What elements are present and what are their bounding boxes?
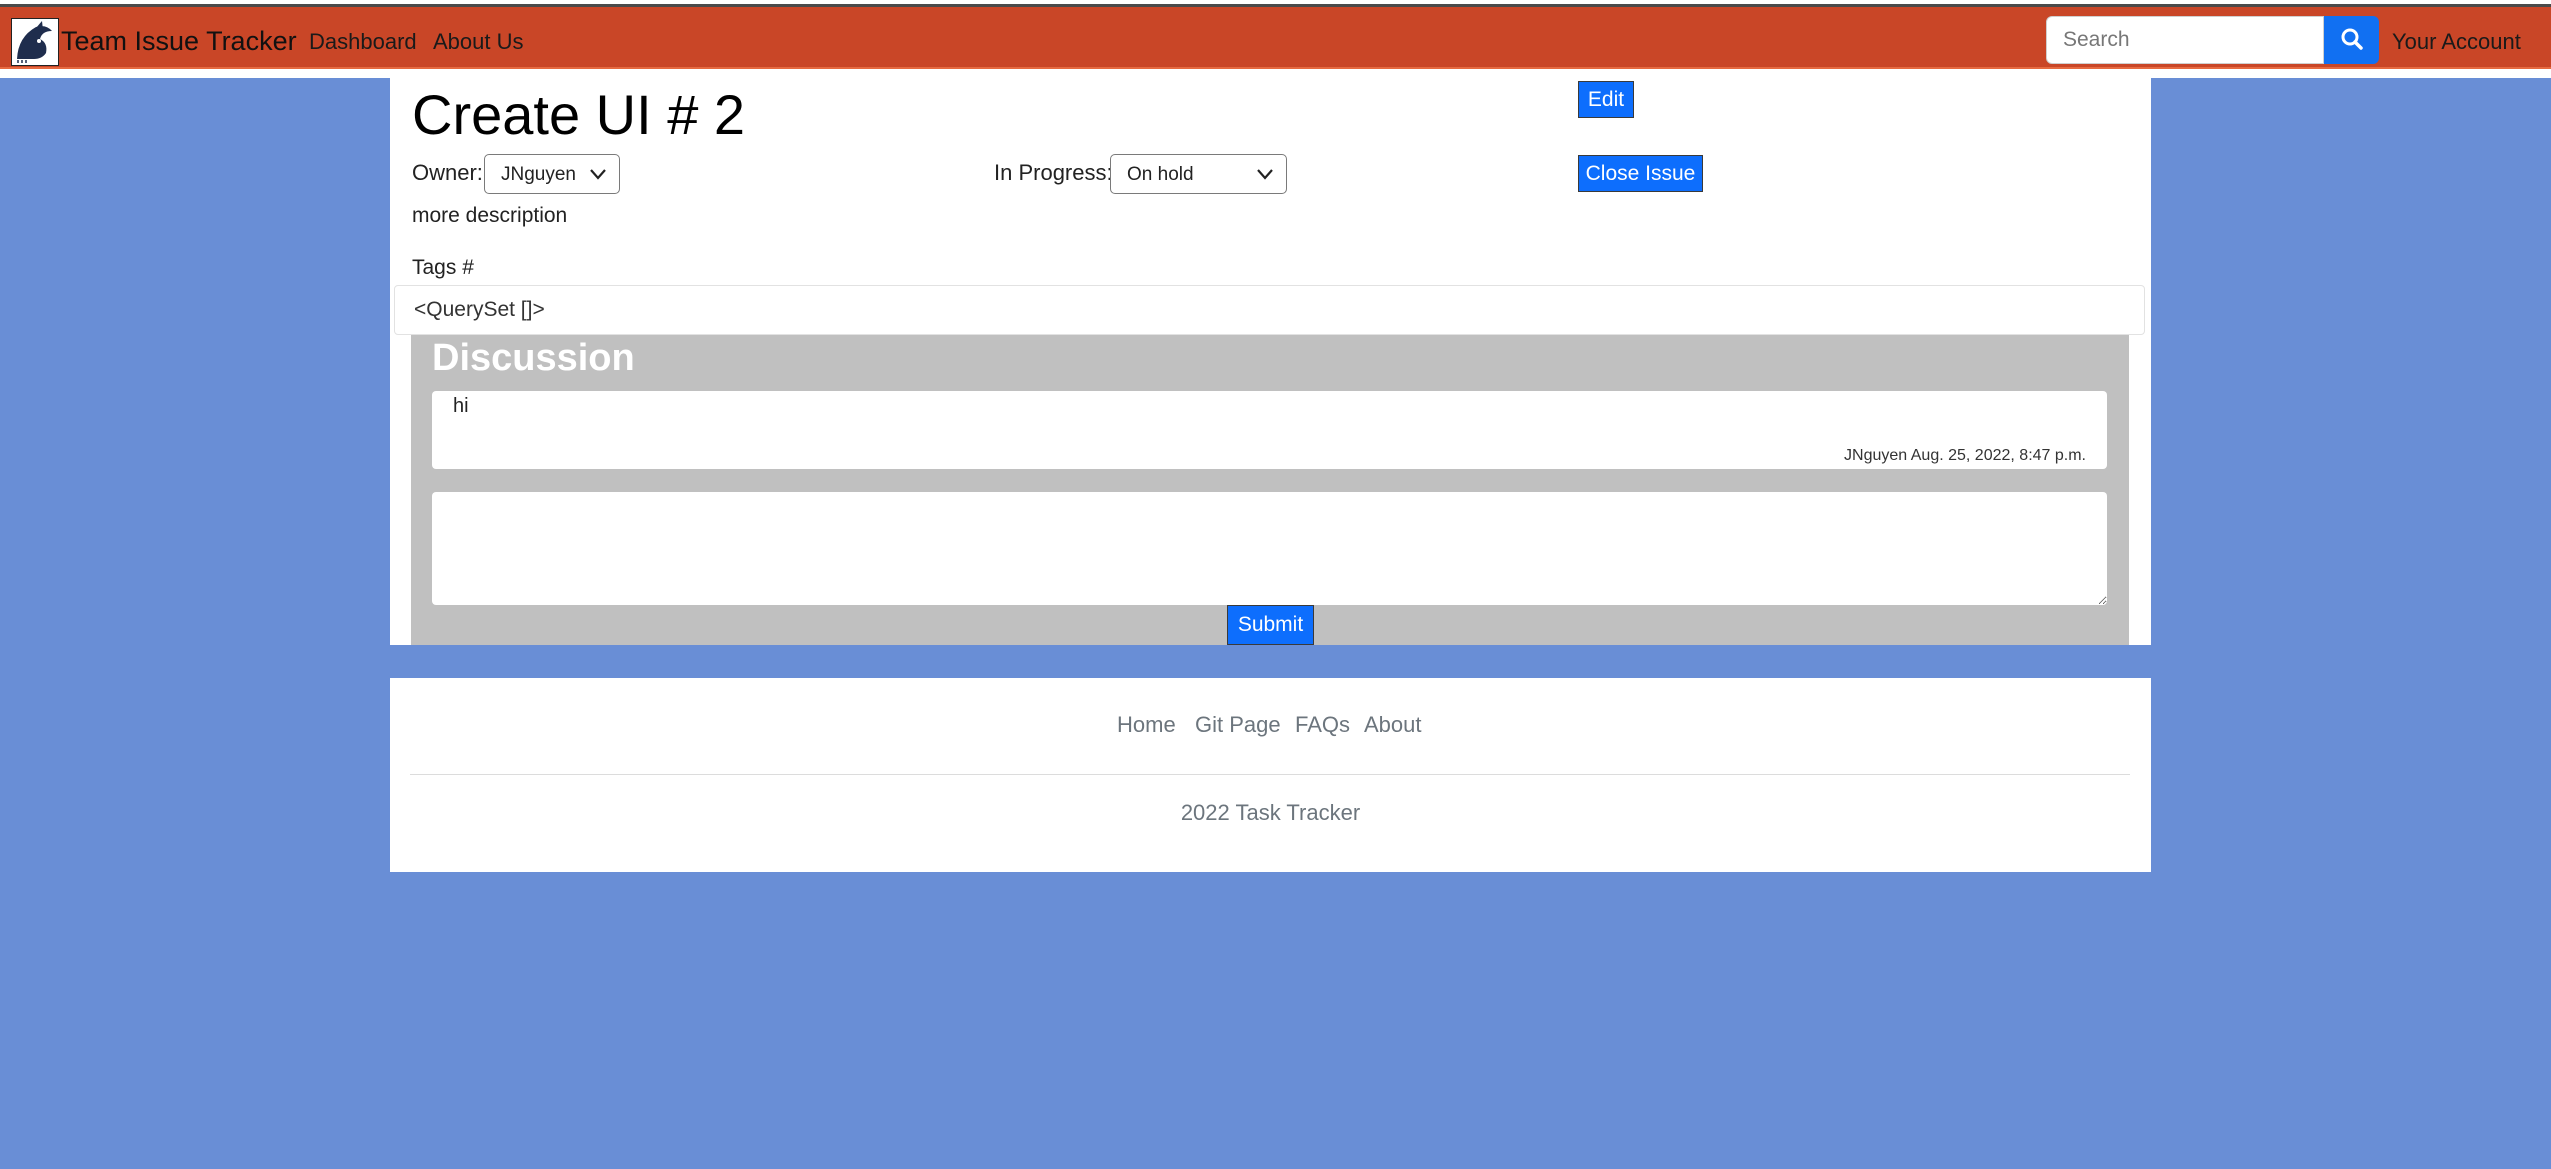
nav-link-dashboard[interactable]: Dashboard (309, 29, 417, 55)
comment-textarea[interactable] (432, 492, 2107, 605)
comment-body: hi (453, 395, 469, 417)
page-title: Create UI # 2 (412, 83, 746, 146)
footer-copyright: 2022 Task Tracker (1180, 800, 1361, 825)
search-icon (2341, 28, 2363, 50)
navbar: Team Issue Tracker Dashboard About Us Yo… (0, 7, 2551, 69)
footer-divider (410, 774, 2130, 775)
tags-value: <QuerySet []> (414, 298, 545, 321)
in-progress-select[interactable]: On hold (1110, 154, 1287, 194)
in-progress-label: In Progress: (994, 160, 1113, 185)
footer: Home Git Page FAQs About 2022 Task Track… (390, 678, 2151, 872)
search-button[interactable] (2324, 16, 2379, 64)
nav-link-about-us[interactable]: About Us (433, 29, 524, 55)
tags-label: Tags # (412, 256, 474, 279)
comment-card: hi JNguyen Aug. 25, 2022, 8:47 p.m. (432, 391, 2107, 469)
discussion-section: Discussion hi JNguyen Aug. 25, 2022, 8:4… (411, 335, 2129, 645)
tags-box: <QuerySet []> (394, 285, 2145, 335)
chevron-down-icon (1257, 169, 1273, 180)
owner-select-value: JNguyen (501, 164, 576, 185)
footer-link-about[interactable]: About (1364, 712, 1422, 738)
top-strip (0, 0, 2551, 7)
comment-meta: JNguyen Aug. 25, 2022, 8:47 p.m. (1844, 447, 2086, 464)
close-issue-button[interactable]: Close Issue (1578, 155, 1703, 192)
brand-logo-icon[interactable] (11, 18, 59, 66)
search-input[interactable] (2046, 16, 2324, 64)
footer-link-git-page[interactable]: Git Page (1195, 712, 1281, 738)
edit-button[interactable]: Edit (1578, 81, 1634, 118)
your-account-link[interactable]: Your Account (2392, 29, 2521, 55)
discussion-title: Discussion (432, 337, 635, 379)
brand-name[interactable]: Team Issue Tracker (61, 26, 297, 57)
owner-select[interactable]: JNguyen (484, 154, 620, 194)
footer-link-faqs[interactable]: FAQs (1295, 712, 1350, 738)
submit-button[interactable]: Submit (1227, 605, 1314, 645)
chevron-down-icon (590, 169, 606, 180)
owner-label: Owner: (412, 160, 483, 185)
navbar-spacer (0, 69, 2551, 78)
issue-card: Create UI # 2 Edit Close Issue Owner: JN… (390, 78, 2151, 645)
issue-description: more description (412, 204, 568, 227)
in-progress-select-value: On hold (1127, 164, 1194, 185)
footer-link-home[interactable]: Home (1117, 712, 1176, 738)
